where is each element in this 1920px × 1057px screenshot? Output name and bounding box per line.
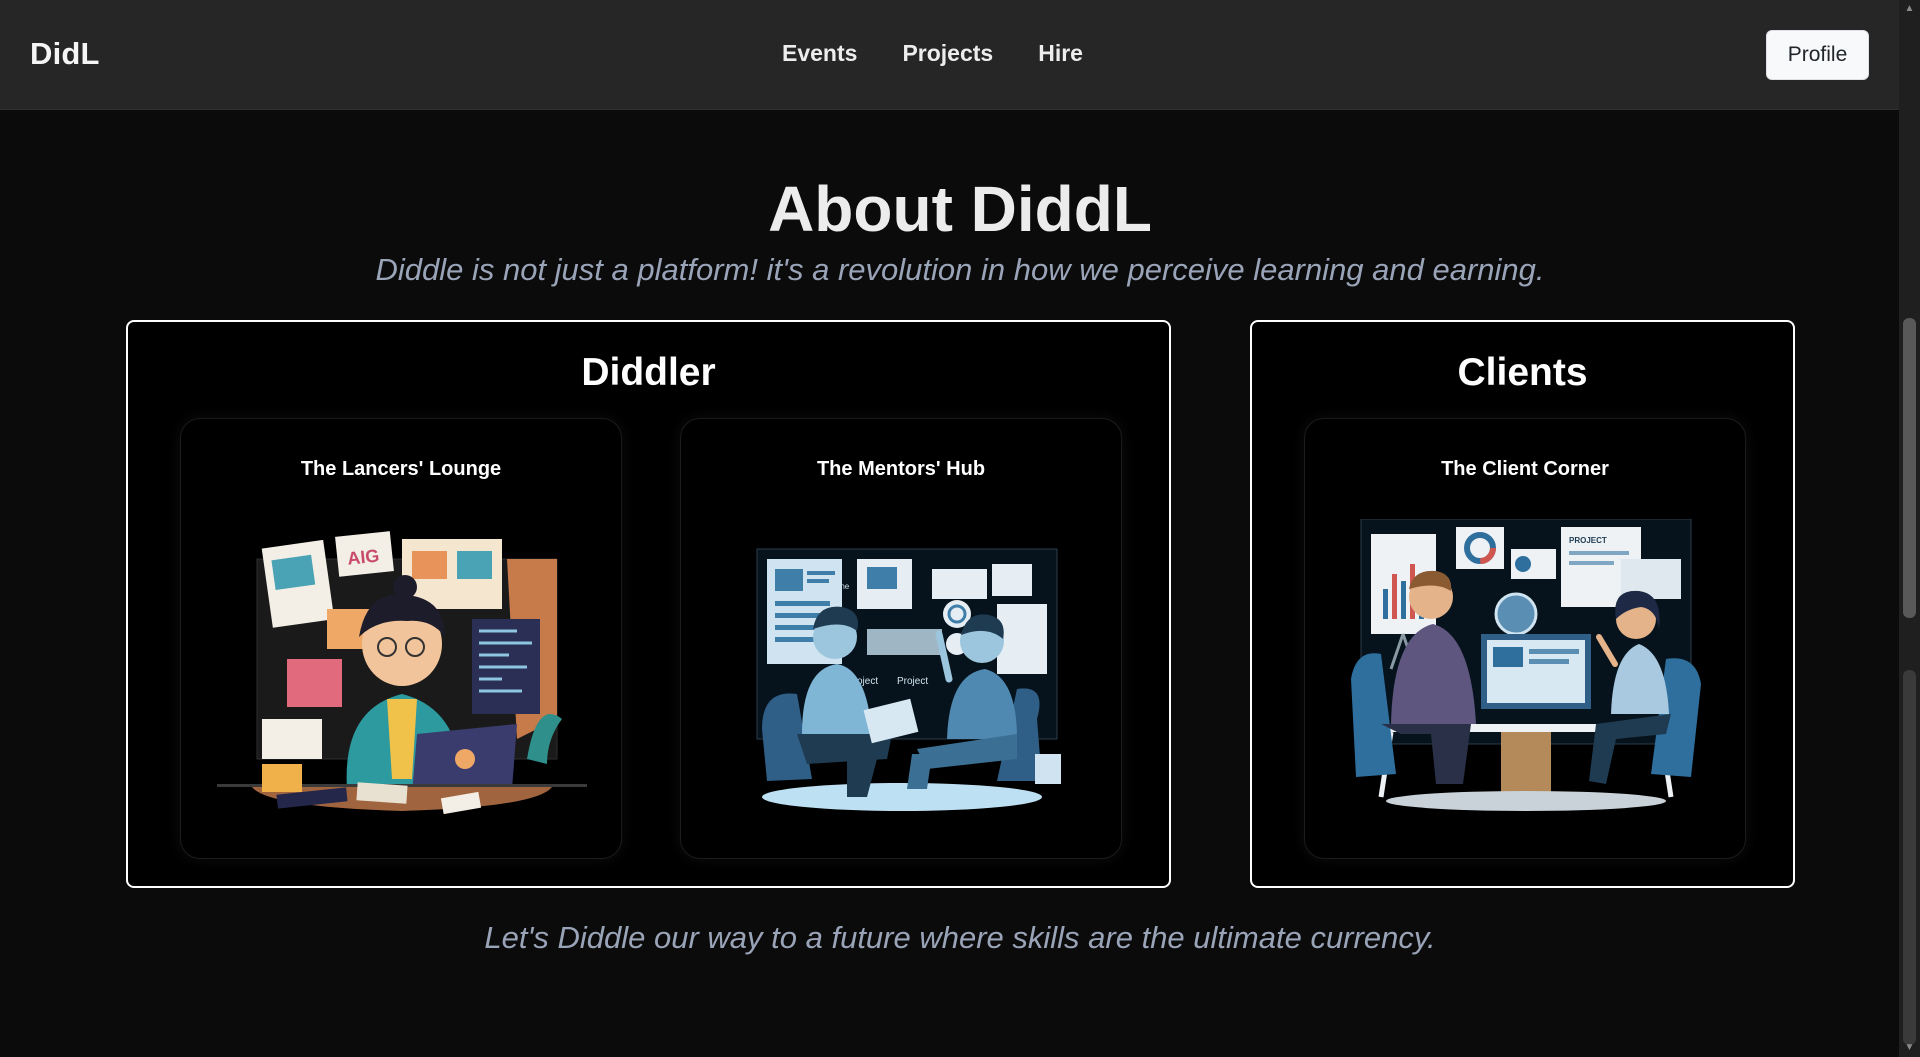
scrollbar-track-segment [1903,670,1916,1045]
top-navbar: DidL Events Projects Hire Profile [0,0,1899,110]
lancers-lounge-card[interactable]: The Lancers' Lounge AIG [180,418,622,859]
scroll-up-icon[interactable]: ▲ [1899,2,1920,16]
diddler-section: Diddler The Lancers' Lounge AIG The Ment… [126,320,1171,888]
clients-section-title: Clients [1457,351,1588,394]
client-corner-card[interactable]: The Client Corner PROJECT [1304,418,1746,859]
nav-link-hire[interactable]: Hire [1038,40,1083,67]
scroll-down-icon[interactable]: ▼ [1899,1041,1920,1055]
card-title: The Client Corner [1441,458,1609,480]
svg-text:AIG: AIG [346,545,380,568]
clients-section: Clients The Client Corner PROJECT [1250,320,1795,888]
mentors-hub-card[interactable]: The Mentors' Hub Project One Project Pro… [680,418,1122,859]
scrollbar-thumb[interactable] [1903,318,1916,618]
freelancer-illustration: AIG [217,531,587,815]
nav-links: Events Projects Hire [782,40,1083,67]
page-subtitle: Diddle is not just a platform! it's a re… [375,252,1545,287]
card-title: The Lancers' Lounge [300,458,502,480]
client-illustration: PROJECT [1351,519,1701,811]
mentor-illustration: Project One Project Project [756,548,1061,811]
svg-text:PROJECT: PROJECT [1569,536,1607,545]
brand-logo[interactable]: DidL [30,36,100,72]
vertical-scrollbar[interactable]: ▲ ▼ [1899,0,1920,1057]
nav-link-projects[interactable]: Projects [902,40,993,67]
profile-button[interactable]: Profile [1766,30,1869,80]
nav-link-events[interactable]: Events [782,40,857,67]
card-title: The Mentors' Hub [816,458,986,480]
page-title: About DiddL [768,173,1152,245]
diddler-section-title: Diddler [581,351,716,394]
tagline: Let's Diddle our way to a future where s… [484,920,1436,955]
svg-text:Project One: Project One [807,582,850,591]
svg-text:Project: Project [897,676,928,687]
